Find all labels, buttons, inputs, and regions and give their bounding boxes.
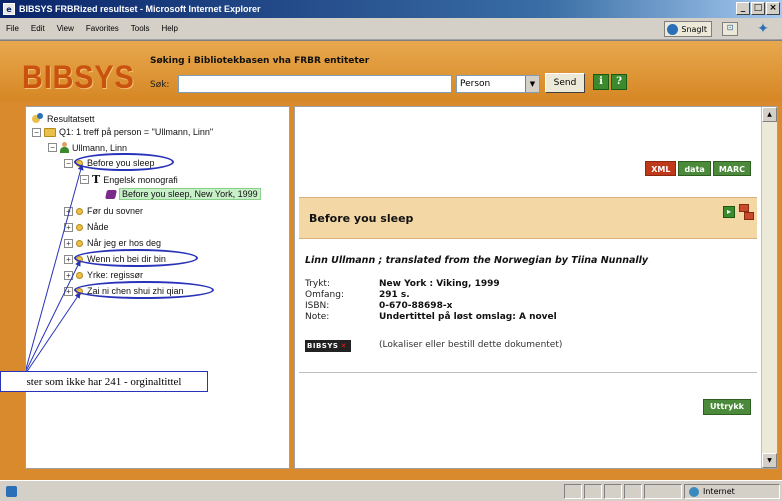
search-label: Søk: bbox=[150, 80, 170, 90]
ie-page-icon: e bbox=[3, 3, 15, 15]
scroll-up-icon[interactable]: ▲ bbox=[762, 107, 777, 122]
arrow-line bbox=[26, 164, 84, 370]
status-cell bbox=[644, 484, 682, 499]
close-button[interactable]: × bbox=[766, 2, 780, 15]
zone-label: Internet bbox=[703, 487, 735, 496]
status-cell bbox=[584, 484, 602, 499]
arrow-line bbox=[26, 260, 81, 372]
scroll-down-icon[interactable]: ▼ bbox=[762, 453, 777, 468]
window-title: BIBSYS FRBRized resultset - Microsoft In… bbox=[19, 4, 261, 14]
send-button[interactable]: Send bbox=[545, 73, 585, 93]
title-bar: e BIBSYS FRBRized resultset - Microsoft … bbox=[0, 0, 782, 18]
menu-view[interactable]: View bbox=[57, 24, 74, 33]
globe-icon bbox=[689, 486, 699, 497]
page-status-icon bbox=[6, 486, 17, 497]
field-label: Note: bbox=[305, 312, 330, 322]
security-zone: Internet bbox=[684, 484, 780, 499]
relations-icon[interactable] bbox=[739, 204, 754, 220]
menu-help[interactable]: Help bbox=[161, 24, 177, 33]
status-cell bbox=[604, 484, 622, 499]
site-header: BIBSYS Søking i Bibliotekbasen vha FRBR … bbox=[0, 41, 782, 101]
annotation-arrows bbox=[26, 164, 84, 374]
snagit-button[interactable]: SnagIt bbox=[664, 21, 712, 37]
detail-panel: XML data MARC Before you sleep ▸ Linn Ul… bbox=[294, 106, 778, 469]
result-tree: Resultatsett − Q1: 1 treff på person = "… bbox=[25, 106, 290, 469]
snagit-icon bbox=[667, 23, 679, 35]
record-title: Before you sleep bbox=[309, 212, 414, 225]
field-value: Undertittel på løst omslag: A novel bbox=[379, 312, 557, 322]
search-input[interactable] bbox=[178, 75, 452, 93]
field-label: ISBN: bbox=[305, 301, 330, 311]
field-value: 291 s. bbox=[379, 290, 410, 300]
menu-edit[interactable]: Edit bbox=[31, 24, 45, 33]
arrow-line bbox=[26, 292, 81, 374]
uttrykk-button[interactable]: Uttrykk bbox=[703, 399, 751, 415]
status-cell bbox=[564, 484, 582, 499]
menu-tools[interactable]: Tools bbox=[131, 24, 150, 33]
field-value: 0-670-88698-x bbox=[379, 301, 453, 311]
maximize-button[interactable]: □ bbox=[751, 2, 765, 15]
menu-favorites[interactable]: Favorites bbox=[86, 24, 119, 33]
minimize-button[interactable]: _ bbox=[736, 2, 750, 15]
chevron-down-icon[interactable]: ▼ bbox=[525, 76, 539, 92]
status-cell bbox=[624, 484, 642, 499]
status-bar: Internet bbox=[0, 480, 782, 501]
snagit-window-button[interactable]: ⊡ bbox=[722, 22, 738, 36]
format-buttons: XML data MARC bbox=[645, 161, 751, 176]
page-content: BIBSYS Søking i Bibliotekbasen vha FRBR … bbox=[0, 40, 782, 480]
export-icon[interactable]: ▸ bbox=[723, 206, 735, 218]
window-controls: _ □ × bbox=[736, 2, 780, 15]
vertical-scrollbar[interactable]: ▲ ▼ bbox=[761, 107, 777, 468]
field-label: Trykt: bbox=[305, 279, 330, 289]
info-icon[interactable]: i bbox=[593, 74, 609, 90]
menu-file[interactable]: File bbox=[6, 24, 19, 33]
marc-button[interactable]: MARC bbox=[712, 161, 751, 176]
help-icon[interactable]: ? bbox=[611, 74, 627, 90]
entity-select[interactable]: Person ▼ bbox=[456, 75, 540, 93]
record-title-bar: Before you sleep ▸ bbox=[299, 197, 757, 239]
close-x-icon: ✕ bbox=[340, 342, 347, 350]
xml-button[interactable]: XML bbox=[645, 161, 677, 176]
menu-bar: File Edit View Favorites Tools Help Snag… bbox=[0, 18, 782, 40]
bibsys-locate-button[interactable]: BIBSYS ✕ bbox=[305, 340, 351, 352]
field-label: Omfang: bbox=[305, 290, 344, 300]
locate-link[interactable]: (Lokaliser eller bestill dette dokumente… bbox=[379, 340, 562, 350]
snagit-label: SnagIt bbox=[681, 24, 707, 34]
data-button[interactable]: data bbox=[678, 161, 711, 176]
annotation-callout: ster som ikke har 241 - orginaltittel bbox=[0, 371, 208, 392]
responsibility-statement: Linn Ullmann ; translated from the Norwe… bbox=[305, 255, 649, 266]
bibsys-logo: BIBSYS bbox=[22, 59, 135, 95]
search-heading: Søking i Bibliotekbasen vha FRBR entitet… bbox=[150, 56, 370, 66]
bibsys-mini-logo: BIBSYS bbox=[307, 342, 339, 350]
field-value: New York : Viking, 1999 bbox=[379, 279, 500, 289]
entity-select-value: Person bbox=[460, 79, 491, 89]
windows-logo-icon: ✦ bbox=[748, 20, 778, 38]
divider bbox=[299, 372, 757, 373]
